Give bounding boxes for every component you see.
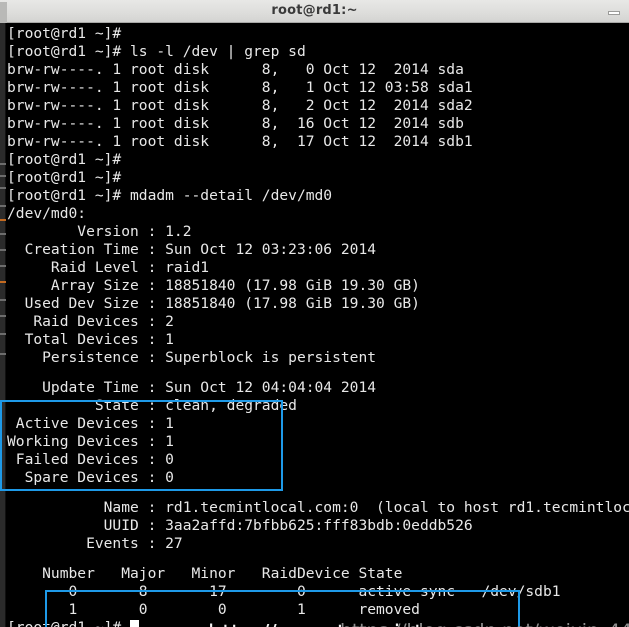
scrollbar-mark xyxy=(0,299,6,301)
terminal-line: Number Major Minor RaidDevice State xyxy=(7,565,403,582)
terminal-line: [root@rd1 ~]# xyxy=(7,25,122,42)
terminal-line: Persistence : Superblock is persistent xyxy=(7,349,377,366)
scrollbar-mark xyxy=(0,333,6,335)
terminal-line: 0 8 17 0 active sync /dev/sdb1 xyxy=(7,583,561,600)
terminal-line: brw-rw----. 1 root disk 8, 2 Oct 12 2014… xyxy=(7,97,473,114)
scrollbar-mark xyxy=(0,187,6,189)
scrollbar-mark xyxy=(0,249,6,251)
scrollbar-mark xyxy=(0,353,6,355)
terminal-line: Array Size : 18851840 (17.98 GiB 19.30 G… xyxy=(7,277,420,294)
terminal-line: Spare Devices : 0 xyxy=(7,469,174,486)
shell-prompt: [root@rd1 ~]# xyxy=(7,619,130,627)
terminal-line: /dev/md0: xyxy=(7,205,87,222)
terminal-line: 1 0 0 1 removed xyxy=(7,601,420,618)
terminal-line: [root@rd1 ~]# xyxy=(7,169,122,186)
terminal-line: Creation Time : Sun Oct 12 03:23:06 2014 xyxy=(7,241,377,258)
window-titlebar[interactable]: root@rd1:~ xyxy=(0,0,629,23)
terminal-screen[interactable]: [root@rd1 ~]# [root@rd1 ~]# ls -l /dev | … xyxy=(0,23,629,627)
scrollbar-mark xyxy=(0,281,6,283)
scrollbar-mark xyxy=(0,175,6,177)
terminal-line: [root@rd1 ~]# mdadm --detail /dev/md0 xyxy=(7,187,333,204)
terminal-line: brw-rw----. 1 root disk 8, 17 Oct 12 201… xyxy=(7,133,473,150)
terminal-line: Active Devices : 1 xyxy=(7,415,174,432)
terminal-line: Total Devices : 1 xyxy=(7,331,174,348)
terminal-line: brw-rw----. 1 root disk 8, 0 Oct 12 2014… xyxy=(7,61,464,78)
scrollbar-mark xyxy=(0,315,6,317)
terminal-line: Update Time : Sun Oct 12 04:04:04 2014 xyxy=(7,379,377,396)
terminal-line: State : clean, degraded xyxy=(7,397,297,414)
minimize-button[interactable] xyxy=(607,6,621,18)
terminal-line: Raid Devices : 2 xyxy=(7,313,174,330)
scrollbar-mark xyxy=(0,265,6,267)
terminal-line: Failed Devices : 0 xyxy=(7,451,174,468)
scrollbar-mark xyxy=(0,219,6,221)
terminal-line: [root@rd1 ~]# ls -l /dev | grep sd xyxy=(7,43,306,60)
terminal-line: Name : rd1.tecmintlocal.com:0 (local to … xyxy=(7,499,629,516)
scrollbar-mark xyxy=(0,205,6,207)
terminal-scrollbar[interactable] xyxy=(0,23,6,627)
terminal-line: Events : 27 xyxy=(7,535,183,552)
terminal-prompt-line: [root@rd1 ~]# xyxy=(7,619,140,627)
terminal-line: [root@rd1 ~]# xyxy=(7,151,122,168)
terminal-line: Version : 1.2 xyxy=(7,223,192,240)
terminal-line: brw-rw----. 1 root disk 8, 1 Oct 12 03:5… xyxy=(7,79,473,96)
scrollbar-mark xyxy=(0,233,6,235)
scrollbar-mark xyxy=(0,163,6,165)
window-title: root@rd1:~ xyxy=(271,3,358,18)
terminal-line: brw-rw----. 1 root disk 8, 16 Oct 12 201… xyxy=(7,115,464,132)
text-cursor xyxy=(130,620,140,627)
terminal-line: Working Devices : 1 xyxy=(7,433,174,450)
terminal-line: UUID : 3aa2affd:7bfbb625:fff83bdb:0eddb5… xyxy=(7,517,473,534)
terminal-line: Used Dev Size : 18851840 (17.98 GiB 19.3… xyxy=(7,295,420,312)
csdn-watermark: https://blog.csdn.net/weixin_44503559 xyxy=(340,620,629,627)
terminal-text-area: [root@rd1 ~]# [root@rd1 ~]# ls -l /dev | … xyxy=(7,23,629,627)
terminal-window: root@rd1:~ [root@rd1 ~]# [root@rd1 ~]# ls… xyxy=(0,0,629,627)
minimize-icon xyxy=(608,11,620,15)
terminal-line: Raid Level : raid1 xyxy=(7,259,210,276)
